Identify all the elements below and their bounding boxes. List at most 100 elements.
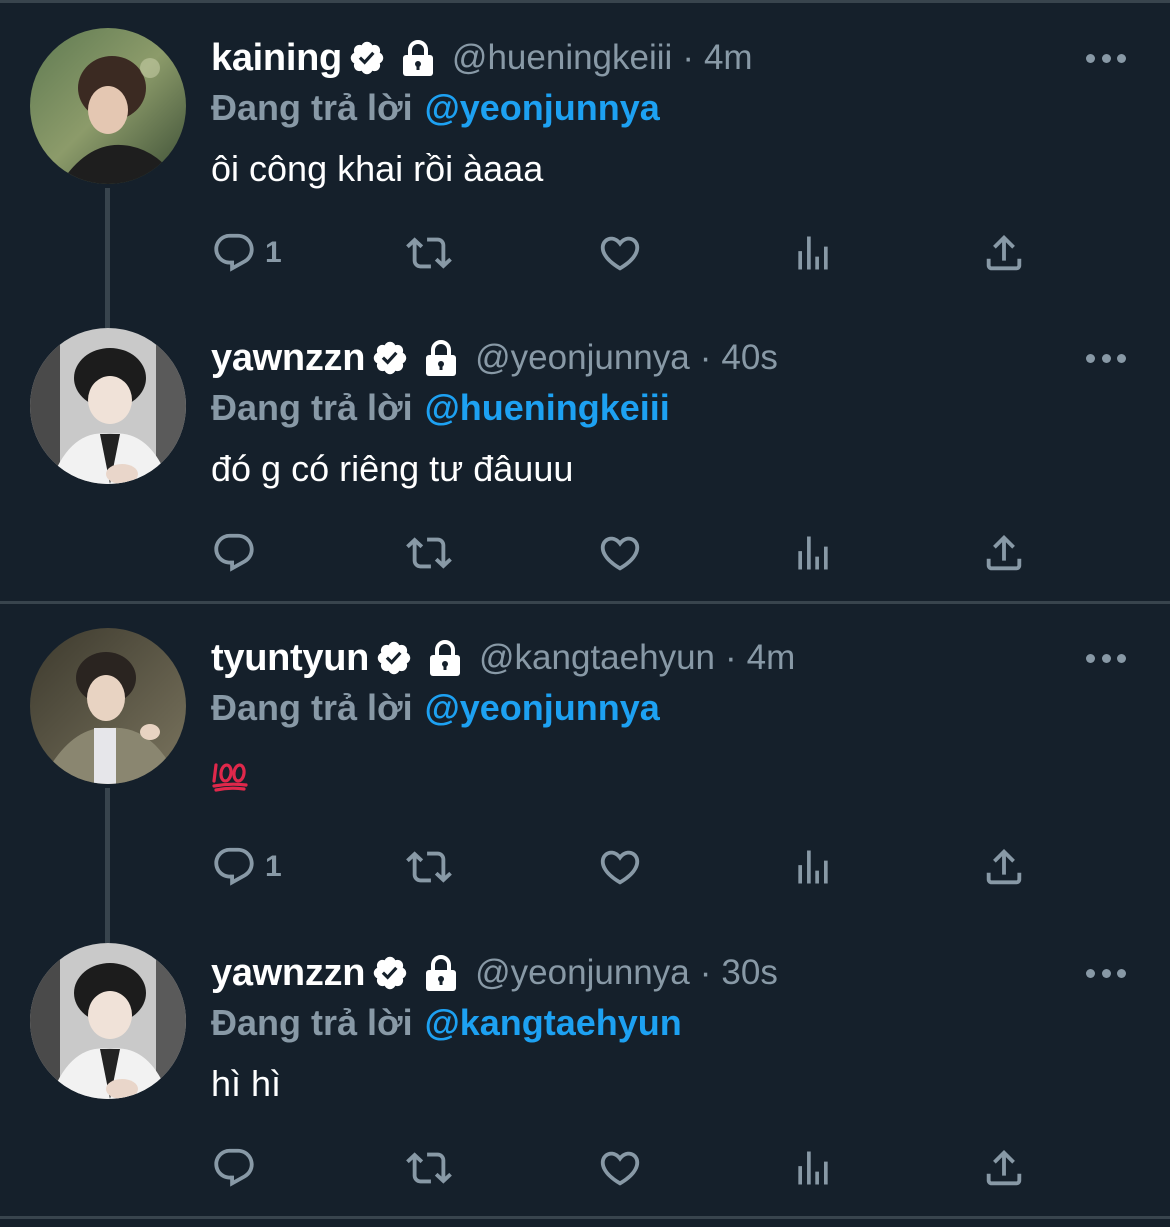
reply-icon [211,230,257,276]
like-button[interactable] [596,1142,644,1194]
separator-dot: · [682,38,694,77]
replying-to: Đang trả lời @hueningkeiii [211,383,670,433]
user-handle[interactable]: @kangtaehyun [479,638,715,678]
avatar[interactable] [30,628,186,784]
replying-to-handle[interactable]: @kangtaehyun [425,1002,682,1044]
replying-to-label: Đang trả lời [211,387,413,428]
replying-to: Đang trả lời @yeonjunnya [211,683,660,733]
reply-button[interactable]: 1 [211,841,282,893]
conversation-thread: tyuntyun @kangtaehyun · 4m Đang trả lời … [0,603,1170,1216]
analytics-icon [791,530,835,576]
share-button[interactable] [981,841,1027,893]
share-icon [981,1145,1027,1191]
display-name[interactable]: kaining [211,37,342,80]
share-button[interactable] [981,227,1027,279]
display-name[interactable]: yawnzzn [211,952,365,995]
more-icon[interactable] [1086,966,1126,980]
tweet-actions: 1 [211,841,1051,893]
like-button[interactable] [596,527,644,579]
retweet-button[interactable] [401,1142,457,1194]
retweet-button[interactable] [401,227,457,279]
tweet-header: tyuntyun @kangtaehyun · 4m [211,633,795,683]
more-icon[interactable] [1086,51,1126,65]
user-handle[interactable]: @yeonjunnya [475,338,690,378]
conversation-thread: kaining @hueningkeiii · 4m Đang trả lời … [0,3,1170,601]
replying-to-label: Đang trả lời [211,87,413,128]
tweet-header: yawnzzn @yeonjunnya · 30s [211,948,778,998]
reply-count: 1 [265,236,282,269]
timestamp[interactable]: 30s [721,953,777,993]
reply-button[interactable] [211,1142,265,1194]
like-icon [596,844,644,890]
separator-dot: · [725,638,737,677]
tweet-actions [211,527,1051,579]
share-icon [981,844,1027,890]
lock-icon [400,39,436,77]
separator-dot: · [699,338,712,377]
retweet-icon [401,844,457,890]
retweet-icon [401,530,457,576]
analytics-button[interactable] [791,841,835,893]
reply-icon [211,530,257,576]
tweet-actions: 1 [211,227,1051,279]
avatar[interactable] [30,943,186,1099]
tweet-text: đó g có riêng tư đâuuu [211,448,574,489]
retweet-button[interactable] [401,527,457,579]
like-icon [596,1145,644,1191]
tweet[interactable]: yawnzzn @yeonjunnya · 30s Đang trả lời @… [0,918,1170,1216]
more-icon[interactable] [1086,651,1126,665]
timestamp[interactable]: 40s [721,338,777,378]
timestamp[interactable]: 4m [747,638,796,678]
verified-badge-icon [371,339,409,377]
share-button[interactable] [981,527,1027,579]
share-button[interactable] [981,1142,1027,1194]
tweet-actions [211,1142,1051,1194]
analytics-button[interactable] [791,227,835,279]
user-handle[interactable]: @yeonjunnya [475,953,690,993]
thread-divider [0,1216,1170,1219]
replying-to: Đang trả lời @kangtaehyun [211,998,682,1048]
lock-icon [423,339,459,377]
tweet[interactable]: tyuntyun @kangtaehyun · 4m Đang trả lời … [0,603,1170,943]
tweet-header: yawnzzn @yeonjunnya · 40s [211,333,778,383]
timestamp[interactable]: 4m [704,38,753,78]
lock-icon [423,954,459,992]
replying-to-label: Đang trả lời [211,687,413,728]
hundred-points-emoji-icon [212,761,248,793]
retweet-icon [401,1145,457,1191]
replying-to-handle[interactable]: @hueningkeiii [425,387,670,429]
analytics-icon [791,844,835,890]
display-name[interactable]: yawnzzn [211,337,365,380]
reply-button[interactable]: 1 [211,227,282,279]
retweet-button[interactable] [401,841,457,893]
replying-to-handle[interactable]: @yeonjunnya [425,87,660,129]
share-icon [981,530,1027,576]
lock-icon [427,639,463,677]
tweet-header: kaining @hueningkeiii · 4m [211,33,753,83]
tweet[interactable]: yawnzzn @yeonjunnya · 40s Đang trả lời @… [0,303,1170,601]
like-button[interactable] [596,841,644,893]
separator-dot: · [699,953,712,992]
tweet-text: hì hì [211,1063,282,1104]
display-name[interactable]: tyuntyun [211,637,369,680]
analytics-button[interactable] [791,1142,835,1194]
verified-badge-icon [375,639,413,677]
more-icon[interactable] [1086,351,1126,365]
verified-badge-icon [371,954,409,992]
replying-to-handle[interactable]: @yeonjunnya [425,687,660,729]
analytics-icon [791,230,835,276]
user-handle[interactable]: @hueningkeiii [452,38,672,78]
avatar[interactable] [30,28,186,184]
reply-icon [211,844,257,890]
reply-count: 1 [265,850,282,883]
avatar[interactable] [30,328,186,484]
retweet-icon [401,230,457,276]
analytics-icon [791,1145,835,1191]
like-button[interactable] [596,227,644,279]
reply-button[interactable] [211,527,265,579]
analytics-button[interactable] [791,527,835,579]
tweet[interactable]: kaining @hueningkeiii · 4m Đang trả lời … [0,3,1170,328]
tweet-text: ôi công khai rồi àaaa [211,148,544,189]
reply-icon [211,1145,257,1191]
verified-badge-icon [348,39,386,77]
